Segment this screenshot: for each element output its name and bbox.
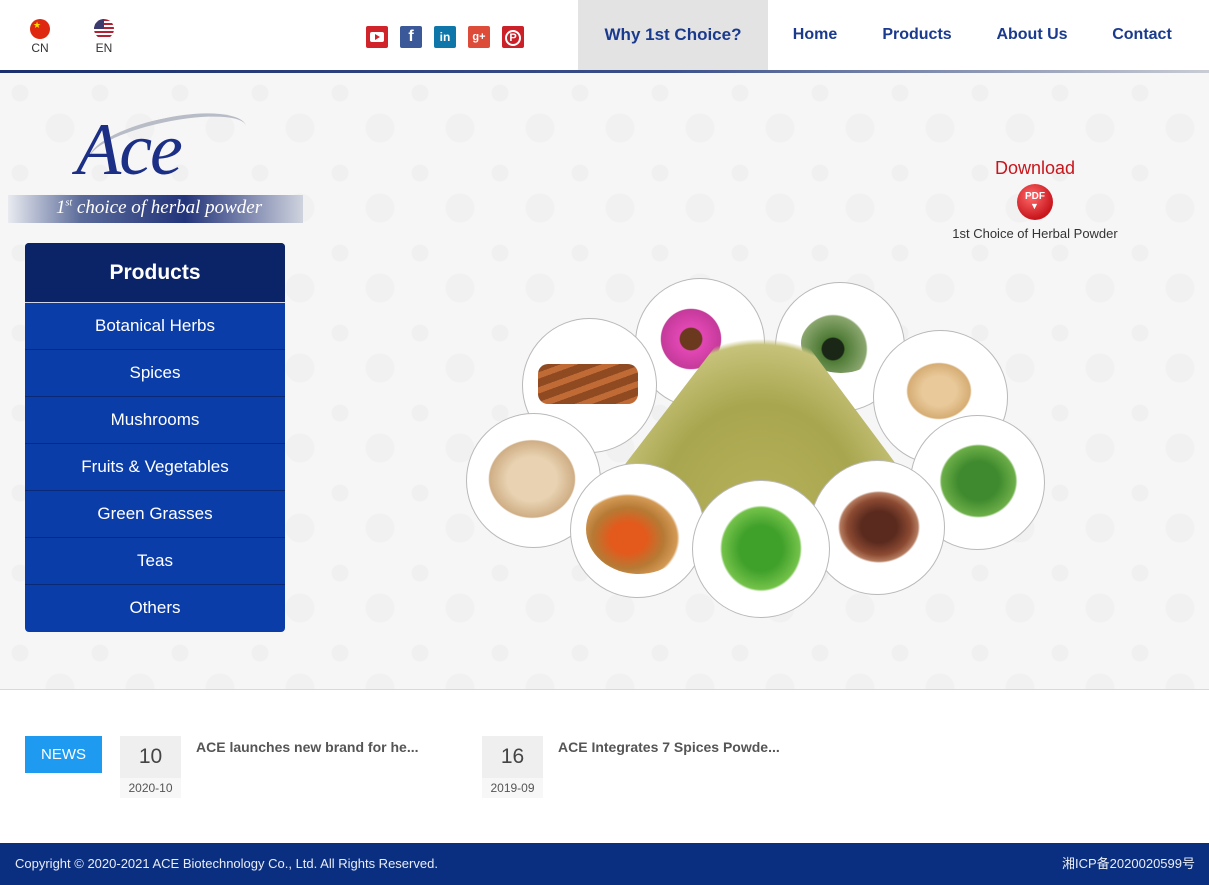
linkedin-icon[interactable]: in — [434, 26, 456, 48]
header: CN EN f in g+ P Why 1st Choice? Home Pro… — [0, 0, 1209, 70]
news-date: 10 2020-10 — [120, 736, 181, 798]
nav-contact[interactable]: Contact — [1104, 0, 1180, 70]
icp-license-link[interactable]: 湘ICP备2020020599号 — [1062, 843, 1195, 885]
sidebar-item-green-grasses[interactable]: Green Grasses — [25, 491, 285, 538]
nav-about-us[interactable]: About Us — [990, 0, 1074, 70]
logo-brand: Ace — [76, 109, 183, 191]
news-badge[interactable]: NEWS — [25, 736, 102, 773]
pdf-download-icon[interactable]: PDF — [1017, 184, 1053, 220]
nav-why-1st-choice[interactable]: Why 1st Choice? — [578, 0, 768, 70]
pinterest-glyph: P — [505, 30, 521, 46]
herbal-powder-image — [460, 275, 1050, 620]
facebook-icon[interactable]: f — [400, 26, 422, 48]
china-flag-icon — [30, 19, 50, 39]
news-title[interactable]: ACE Integrates 7 Spices Powde... — [558, 739, 798, 755]
ginkgo-image — [692, 480, 830, 618]
pinterest-icon[interactable]: P — [502, 26, 524, 48]
tagline-number: 1 — [56, 197, 66, 218]
youtube-icon[interactable] — [366, 26, 388, 48]
language-cn[interactable]: CN — [25, 19, 55, 55]
copyright-text: Copyright © 2020-2021 ACE Biotechnology … — [15, 856, 438, 871]
sidebar-item-mushrooms[interactable]: Mushrooms — [25, 397, 285, 444]
usa-flag-icon — [94, 19, 114, 39]
tagline-text: choice of herbal powder — [72, 197, 263, 218]
sidebar-item-fruits-vegetables[interactable]: Fruits & Vegetables — [25, 444, 285, 491]
news-day: 10 — [138, 745, 163, 768]
news-title[interactable]: ACE launches new brand for he... — [196, 739, 436, 755]
download-subtitle: 1st Choice of Herbal Powder — [952, 226, 1118, 241]
reishi-mushroom-image — [810, 460, 945, 595]
language-en-label: EN — [95, 41, 113, 55]
nav-products[interactable]: Products — [876, 0, 958, 70]
nav-home[interactable]: Home — [780, 0, 850, 70]
section-divider — [0, 689, 1209, 690]
logo-tagline: 1st choice of herbal powder — [56, 197, 262, 219]
footer: Copyright © 2020-2021 ACE Biotechnology … — [0, 843, 1209, 885]
news-month: 2020-10 — [120, 778, 181, 798]
news-day: 16 — [500, 745, 525, 768]
language-cn-label: CN — [31, 41, 49, 55]
sidebar-item-others[interactable]: Others — [25, 585, 285, 632]
sidebar-title: Products — [25, 243, 285, 303]
sidebar-item-spices[interactable]: Spices — [25, 350, 285, 397]
sidebar-item-teas[interactable]: Teas — [25, 538, 285, 585]
ace-logo[interactable]: Ace 1st choice of herbal powder — [8, 101, 303, 225]
download-title: Download — [994, 158, 1076, 178]
news-month: 2019-09 — [482, 778, 543, 798]
products-sidebar: Products Botanical Herbs Spices Mushroom… — [25, 243, 285, 632]
turmeric-image — [570, 463, 705, 598]
google-plus-icon[interactable]: g+ — [468, 26, 490, 48]
download-brochure[interactable]: Download PDF 1st Choice of Herbal Powder — [935, 158, 1135, 241]
news-date: 16 2019-09 — [482, 736, 543, 798]
sidebar-item-botanical-herbs[interactable]: Botanical Herbs — [25, 303, 285, 350]
language-en[interactable]: EN — [89, 19, 119, 55]
